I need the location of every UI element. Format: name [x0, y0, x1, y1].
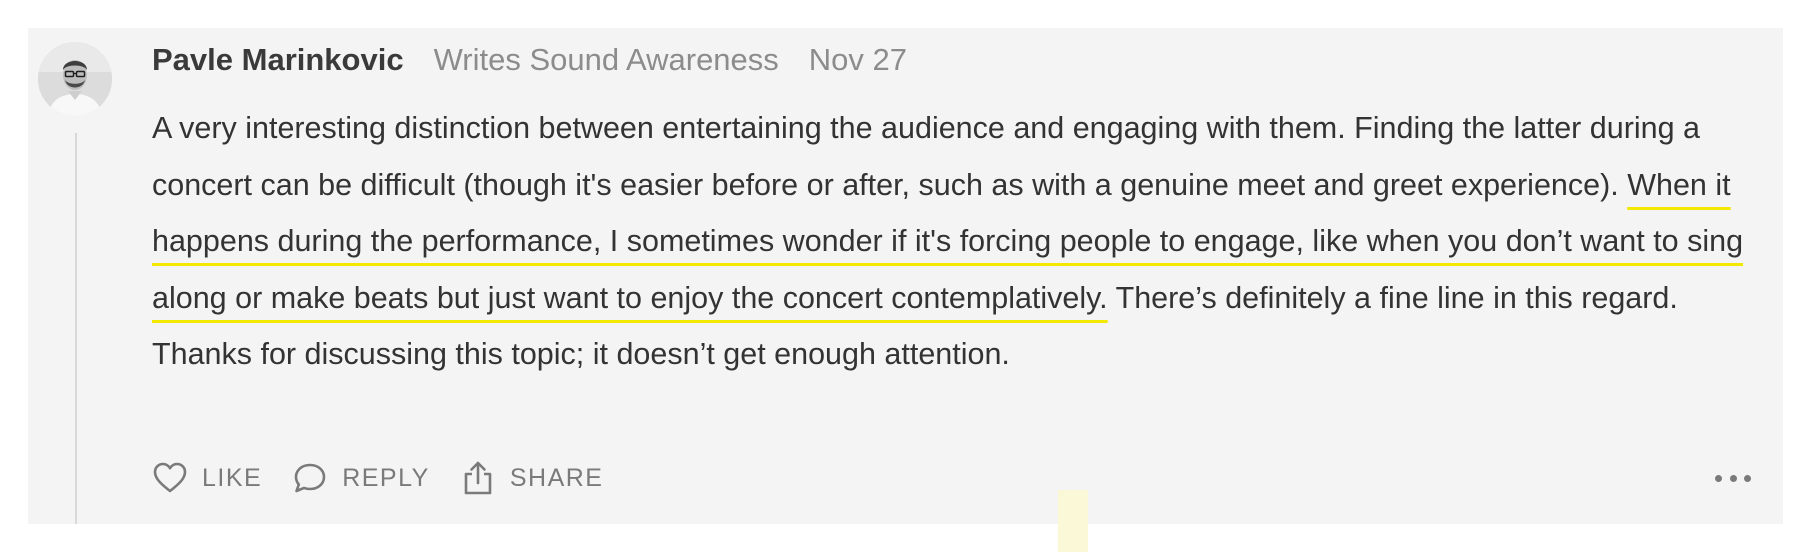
comment-text: A very interesting distinction between e…: [152, 111, 1701, 202]
speech-bubble-icon: [292, 460, 328, 496]
author-name[interactable]: Pavle Marinkovic: [152, 42, 404, 78]
selection-marker: [1058, 490, 1088, 552]
comment-date[interactable]: Nov 27: [809, 42, 907, 78]
author-publication[interactable]: Writes Sound Awareness: [434, 42, 779, 78]
comment-card: Pavle Marinkovic Writes Sound Awareness …: [28, 28, 1783, 552]
comment-body: A very interesting distinction between e…: [152, 100, 1782, 383]
share-button[interactable]: SHARE: [460, 460, 604, 496]
more-dot: [1744, 474, 1751, 482]
share-label: SHARE: [509, 463, 604, 492]
like-button[interactable]: LIKE: [152, 460, 262, 496]
comment-actions: LIKE REPLY SHARE: [152, 456, 633, 500]
share-icon: [460, 460, 496, 496]
more-dot: [1729, 474, 1737, 482]
heart-icon: [152, 460, 188, 496]
author-avatar[interactable]: [38, 42, 112, 116]
reply-button[interactable]: REPLY: [292, 460, 430, 496]
comment-header: Pavle Marinkovic Writes Sound Awareness …: [152, 40, 907, 80]
more-dot: [1715, 474, 1722, 482]
thread-line[interactable]: [75, 133, 77, 524]
more-options-icon[interactable]: [1715, 468, 1751, 488]
like-label: LIKE: [202, 463, 263, 492]
user-avatar-photo-icon: [38, 42, 112, 116]
reply-label: REPLY: [342, 463, 430, 492]
